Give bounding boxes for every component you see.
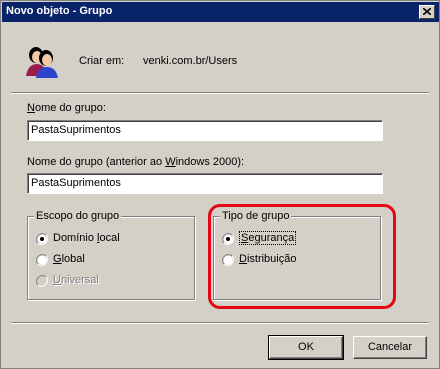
scope-radio-0[interactable] (36, 233, 48, 245)
create-in-label: Criar em: (79, 55, 125, 67)
scope-option-label-1[interactable]: Global (53, 253, 85, 265)
close-button[interactable] (419, 5, 435, 19)
scope-radio-2[interactable] (36, 275, 48, 287)
close-icon (423, 8, 431, 15)
group-name-legacy-input[interactable]: PastaSuprimentos (27, 173, 383, 194)
red-highlight-annotation (208, 204, 396, 309)
group-name-label: Nome do grupo: (27, 102, 106, 114)
separator-bottom (11, 322, 429, 324)
scope-option-label-2: Universal (53, 274, 99, 286)
cancel-button[interactable]: Cancelar (353, 336, 427, 359)
scope-radio-1[interactable] (36, 254, 48, 266)
dialog-window: Novo objeto - Grupo Criar em: venki.com.… (0, 0, 440, 369)
separator-top (11, 92, 429, 94)
scope-option-label-0[interactable]: Domínio local (53, 232, 120, 244)
group-name-input[interactable]: PastaSuprimentos (27, 120, 383, 141)
create-in-value: venki.com.br/Users (143, 55, 238, 67)
window-title: Novo objeto - Grupo (6, 5, 113, 17)
title-bar[interactable]: Novo objeto - Grupo (2, 2, 439, 22)
ok-button[interactable]: OK (268, 335, 344, 360)
group-name-legacy-label: Nome do grupo (anterior ao Windows 2000)… (27, 156, 245, 168)
users-icon (26, 47, 58, 78)
scope-title: Escopo do grupo (34, 210, 122, 222)
